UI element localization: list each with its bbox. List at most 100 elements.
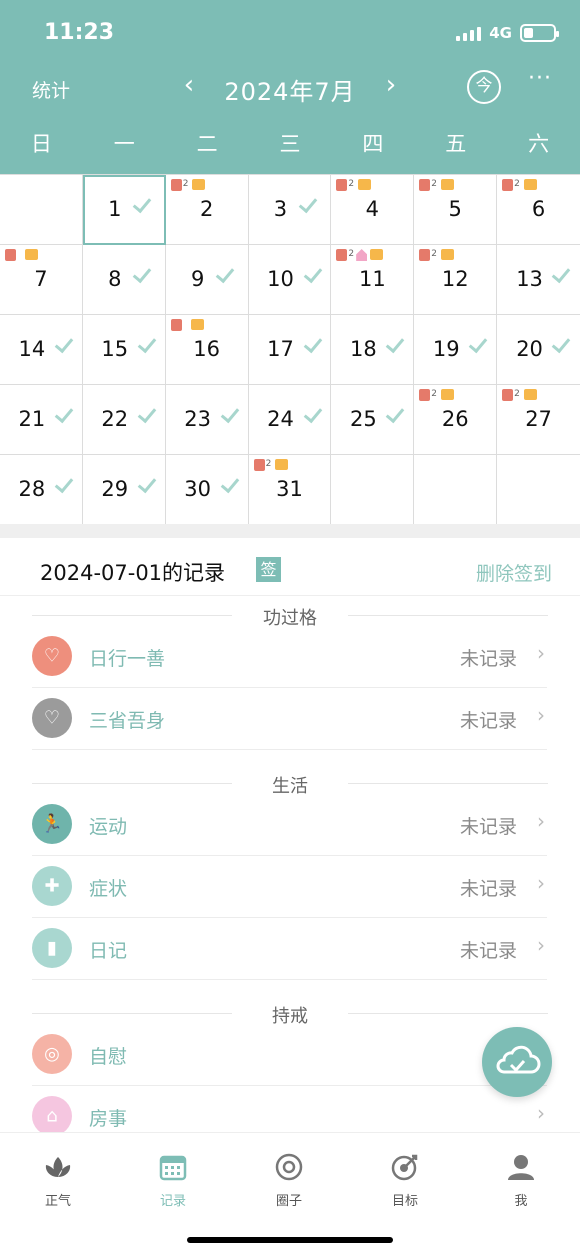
tissue-roll-icon (336, 179, 348, 191)
tv-icon (25, 249, 38, 260)
calendar-day-cell[interactable]: 20 (497, 315, 580, 385)
record-label: 房事 (89, 1108, 128, 1130)
day-badges (170, 319, 204, 331)
tv-icon (441, 249, 455, 260)
tissue-roll-icon (253, 459, 265, 471)
calendar-day-cell[interactable]: 2 27 (497, 385, 580, 455)
badge-count: 2 (431, 389, 438, 399)
calendar-day-cell[interactable]: 14 (0, 315, 83, 385)
weekday-header: 日 一 二 三 四 五 六 (0, 128, 580, 158)
calendar-day-cell[interactable]: 24 (331, 175, 415, 245)
calendar-day-cell[interactable]: 28 (0, 455, 83, 525)
status-time: 11:23 (44, 20, 115, 45)
calendar-day-cell[interactable]: 26 (497, 175, 580, 245)
tab-calendar[interactable]: 记录 (133, 1151, 213, 1209)
record-row[interactable]: ♡ 日行一善 未记录 › (32, 626, 547, 688)
record-value: 未记录 (459, 816, 517, 838)
today-button[interactable]: 今 (467, 70, 501, 104)
tissue-roll-icon: ◎ (32, 1034, 72, 1074)
calendar-day-cell[interactable]: 22 (82, 385, 166, 455)
badge-count: 2 (182, 179, 189, 189)
calendar-day-cell[interactable]: 23 (165, 385, 249, 455)
day-badges: 2 (419, 249, 455, 261)
signal-icon (456, 26, 482, 41)
day-badges: 2 (502, 389, 537, 401)
cloud-sync-button[interactable] (482, 1027, 552, 1097)
tab-target[interactable]: 目标 (365, 1151, 445, 1209)
tab-circle[interactable]: 圈子 (249, 1151, 329, 1209)
weekday-label: 六 (528, 132, 550, 156)
tab-label: 目标 (391, 1194, 418, 1209)
day-number: 1 (108, 197, 122, 221)
tissue-roll-icon (419, 249, 431, 261)
record-row[interactable]: 🏃 运动 未记录 › (32, 794, 547, 856)
record-value: 未记录 (459, 648, 517, 670)
weekday-label: 四 (362, 132, 384, 156)
day-badges: 2 (336, 179, 372, 191)
tab-label: 正气 (44, 1194, 71, 1209)
calendar-day-cell[interactable]: 1 (82, 175, 166, 245)
calendar-day-cell[interactable]: 13 (497, 245, 580, 315)
tab-user[interactable]: 我 (481, 1151, 561, 1209)
record-row[interactable]: ▮ 日记 未记录 › (32, 918, 547, 980)
day-number: 12 (441, 267, 469, 291)
calendar-day-cell[interactable]: 2 12 (414, 245, 498, 315)
tv-icon (441, 179, 455, 190)
next-month-button[interactable]: › (376, 70, 406, 100)
section-divider (0, 524, 580, 538)
record-label: 三省吾身 (89, 710, 166, 732)
calendar-day-cell[interactable]: 17 (248, 315, 332, 385)
tissue-roll-icon (170, 179, 182, 191)
day-number: 31 (276, 477, 303, 501)
target-icon (391, 1154, 418, 1181)
tab-label: 圈子 (275, 1194, 302, 1209)
tissue-roll-icon (419, 389, 431, 401)
record-value: 未记录 (459, 940, 517, 962)
calendar-day-cell[interactable]: 8 (82, 245, 166, 315)
delete-sign-button[interactable]: 删除签到 (476, 559, 552, 586)
tab-lotus[interactable]: 正气 (18, 1151, 98, 1209)
stats-button[interactable]: 统计 (32, 76, 70, 103)
record-label: 症状 (89, 878, 128, 900)
circle-icon (275, 1153, 303, 1181)
day-number: 8 (108, 267, 122, 291)
badge-count: 2 (265, 459, 272, 469)
calendar-day-cell[interactable]: 15 (82, 315, 166, 385)
prev-month-button[interactable]: ‹ (174, 70, 204, 100)
calendar-day-cell[interactable]: 21 (0, 385, 83, 455)
badge-count: 2 (431, 249, 438, 259)
tv-icon (358, 179, 372, 190)
record-row[interactable]: ♡ 三省吾身 未记录 › (32, 688, 547, 750)
tv-icon (523, 179, 537, 190)
calendar-day-cell[interactable]: 24 (248, 385, 332, 455)
record-header-line (0, 595, 580, 596)
status-indicators: 4G (456, 24, 559, 42)
tv-icon (192, 179, 206, 190)
calendar-day-cell[interactable]: 3 (248, 175, 332, 245)
more-button[interactable]: ··· (528, 66, 552, 91)
record-row[interactable]: ◎自慰0次› (32, 1024, 547, 1086)
calendar-day-cell[interactable]: 10 (248, 245, 332, 315)
calendar-day-cell[interactable]: 2 11 (331, 245, 415, 315)
calendar-day-cell[interactable]: 2 26 (414, 385, 498, 455)
record-row[interactable]: ✚ 症状 未记录 › (32, 856, 547, 918)
calendar-day-cell[interactable]: 7 (0, 245, 83, 315)
calendar-day-cell[interactable]: 2 31 (248, 455, 332, 525)
tv-icon (441, 389, 455, 400)
calendar-day-cell[interactable]: 29 (82, 455, 166, 525)
day-badges (5, 249, 38, 261)
calendar-day-cell[interactable]: 25 (331, 385, 415, 455)
record-label: 运动 (89, 816, 128, 838)
tissue-roll-icon (502, 389, 514, 401)
calendar-day-cell[interactable]: 30 (165, 455, 249, 525)
day-number: 4 (365, 197, 380, 221)
calendar-day-cell[interactable]: 25 (414, 175, 498, 245)
running-icon: 🏃 (32, 804, 72, 844)
calendar-day-cell[interactable]: 19 (414, 315, 498, 385)
calendar-day-cell[interactable]: 22 (165, 175, 249, 245)
calendar-grid: 1 2 2 3 2 4 2 5 2 6 7 8 9 10 2 11 2 12 13 14 15 16 17 18 19 20 21 2… (0, 174, 580, 525)
calendar-day-cell[interactable]: 9 (165, 245, 249, 315)
calendar-day-cell[interactable]: 18 (331, 315, 415, 385)
calendar-day-cell[interactable]: 16 (165, 315, 249, 385)
day-number: 26 (441, 407, 469, 431)
